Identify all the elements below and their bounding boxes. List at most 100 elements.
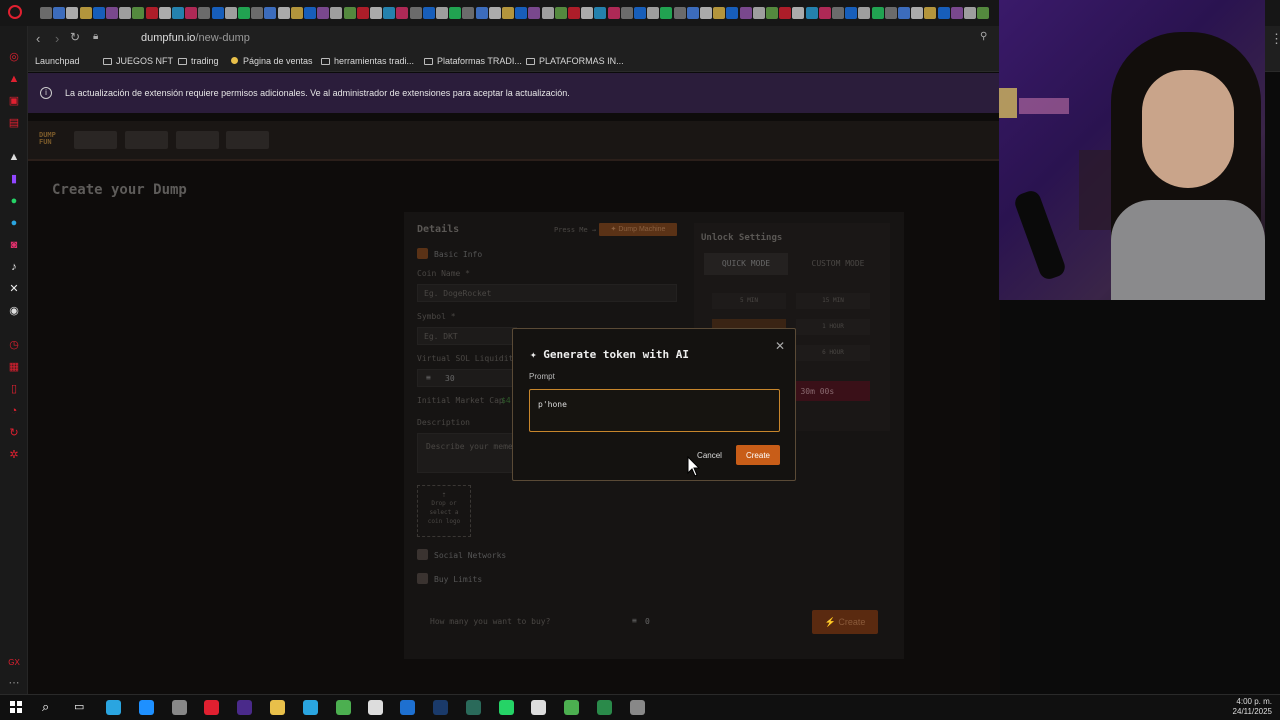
task-view-icon[interactable]: ▭ xyxy=(74,700,84,713)
spreadsheet-icon[interactable] xyxy=(597,700,612,715)
nav-item-2[interactable] xyxy=(125,131,168,149)
page-create-button[interactable]: ⚡ Create xyxy=(812,610,878,634)
instagram-icon[interactable]: ◙ xyxy=(7,238,21,252)
pinned-tab-icon[interactable] xyxy=(515,7,528,19)
premiere-icon[interactable] xyxy=(237,700,252,715)
nav-item-4[interactable] xyxy=(226,131,269,149)
pinned-tab-icon[interactable] xyxy=(343,7,356,19)
file-explorer-icon[interactable] xyxy=(270,700,285,715)
system-clock[interactable]: 4:00 p. m. 24/11/2025 xyxy=(1233,697,1272,717)
pinned-tab-icon[interactable] xyxy=(937,7,950,19)
forward-arrow-icon[interactable]: › xyxy=(55,31,59,46)
pinned-tab-icon[interactable] xyxy=(304,7,316,19)
pinned-tab-icon[interactable] xyxy=(317,7,330,19)
capcut-icon[interactable] xyxy=(368,700,383,715)
buy-limits-toggle[interactable]: Buy Limits xyxy=(417,573,482,584)
whatsapp-icon[interactable]: ● xyxy=(7,194,21,208)
close-icon[interactable]: ✕ xyxy=(775,339,785,353)
pinned-tab-icon[interactable] xyxy=(92,7,105,19)
bookmark-item[interactable]: Página de ventas xyxy=(231,56,313,66)
dump-machine-button[interactable]: ✦ Dump Machine xyxy=(599,223,677,236)
pinned-tab-icon[interactable] xyxy=(766,7,778,19)
coin-name-input[interactable]: Eg. DogeRocket xyxy=(417,284,677,302)
pinned-tab-icon[interactable] xyxy=(158,7,171,19)
pinned-tab-icon[interactable] xyxy=(911,7,924,19)
twitch-icon[interactable]: ▮ xyxy=(7,172,21,186)
pinned-tab-icon[interactable] xyxy=(660,7,673,19)
pinned-tab-icon[interactable] xyxy=(132,7,145,19)
pinned-tab-icon[interactable] xyxy=(792,7,805,19)
pinned-tab-icon[interactable] xyxy=(950,7,963,19)
chrome-icon-2[interactable] xyxy=(564,700,579,715)
pinned-tab-icon[interactable] xyxy=(805,7,818,19)
mail-icon[interactable] xyxy=(400,700,415,715)
pinned-tab-icon[interactable] xyxy=(422,7,435,19)
pinned-tab-icon[interactable] xyxy=(964,7,976,19)
pinned-tab-icon[interactable] xyxy=(924,7,937,19)
pinned-tab-icon[interactable] xyxy=(739,7,752,19)
pinned-tab-icon[interactable] xyxy=(79,7,92,19)
pinned-tab-icon[interactable] xyxy=(172,7,184,19)
pinned-tab-icon[interactable] xyxy=(752,7,765,19)
prompt-textarea[interactable]: p'hone xyxy=(529,389,780,432)
edge-icon[interactable] xyxy=(139,700,154,715)
more-icon[interactable]: ⋯ xyxy=(7,676,21,690)
pinned-tab-icon[interactable] xyxy=(53,7,66,19)
bookmark-item[interactable]: Launchpad xyxy=(35,56,80,66)
pinned-tab-icon[interactable] xyxy=(238,7,250,19)
pinned-tab-icon[interactable] xyxy=(449,7,462,19)
pinned-tab-icon[interactable] xyxy=(977,7,990,19)
url-field[interactable]: dumpfun.io/new-dump xyxy=(141,32,250,44)
pinned-tab-icon[interactable] xyxy=(620,7,633,19)
option-5min[interactable]: 5 MIN xyxy=(712,293,786,309)
pinned-tab-icon[interactable] xyxy=(726,7,739,19)
bookmarks-icon[interactable]: ▯ xyxy=(7,382,21,396)
whatsapp-icon[interactable] xyxy=(499,700,514,715)
nav-item-1[interactable] xyxy=(74,131,117,149)
refresh-icon[interactable]: ↻ xyxy=(7,426,21,440)
photoshop-icon[interactable] xyxy=(433,700,448,715)
pinned-tab-icon[interactable] xyxy=(700,7,712,19)
obs-icon[interactable] xyxy=(172,700,187,715)
aria-icon[interactable]: ▲ xyxy=(7,150,21,164)
pinned-tab-icon[interactable] xyxy=(673,7,686,19)
clock-icon[interactable]: ◔ xyxy=(7,404,21,418)
nav-item-3[interactable] xyxy=(176,131,219,149)
description-input[interactable]: Describe your meme... xyxy=(417,433,527,473)
bookmark-item[interactable]: trading xyxy=(178,56,219,66)
bookmark-item[interactable]: herramientas tradi... xyxy=(321,56,414,66)
bookmark-item[interactable]: PLATAFORMAS IN... xyxy=(526,56,624,66)
pinned-tab-icon[interactable] xyxy=(554,7,567,19)
pinned-tab-icon[interactable] xyxy=(845,7,858,19)
pin-icon[interactable]: ⚲ xyxy=(980,31,987,42)
buy-amount-input[interactable]: 0 xyxy=(645,617,650,626)
pinned-tab-icon[interactable] xyxy=(647,7,660,19)
menu-icon[interactable]: ⋮ xyxy=(1270,31,1280,47)
pinned-tab-icon[interactable] xyxy=(211,7,224,19)
opera-ai-icon-2[interactable]: ▲ xyxy=(7,72,21,86)
social-networks-toggle[interactable]: Social Networks xyxy=(417,549,506,560)
pinned-tab-icon[interactable] xyxy=(251,7,264,19)
pinned-tab-icon[interactable] xyxy=(884,7,897,19)
pinned-tab-icon[interactable] xyxy=(145,7,158,19)
pinned-tab-icon[interactable] xyxy=(607,7,620,19)
quick-mode-tab[interactable]: QUICK MODE xyxy=(704,253,788,275)
gx-icon[interactable]: GX xyxy=(7,656,21,670)
logo-dropzone[interactable]: ⇡ Drop or select a coin logo xyxy=(417,485,471,537)
pinned-tab-icon[interactable] xyxy=(290,7,303,19)
opera-logo-icon[interactable] xyxy=(8,5,22,19)
pinned-tab-icon[interactable] xyxy=(462,7,475,19)
reload-icon[interactable]: ↻ xyxy=(70,30,80,44)
pinned-tab-icon[interactable] xyxy=(898,7,910,19)
chrome-icon[interactable] xyxy=(336,700,351,715)
pinned-tab-icon[interactable] xyxy=(871,7,884,19)
pinned-tab-icon[interactable] xyxy=(594,7,607,19)
pinned-tab-icon[interactable] xyxy=(581,7,594,19)
history-icon[interactable]: ◷ xyxy=(7,338,21,352)
pinned-tab-icon[interactable] xyxy=(686,7,699,19)
pinned-tab-icon[interactable] xyxy=(541,7,554,19)
option-6hour[interactable]: 6 HOUR xyxy=(796,345,870,361)
pinned-tab-icon[interactable] xyxy=(528,7,541,19)
basic-info-toggle[interactable]: Basic Info xyxy=(417,248,482,259)
pinned-tab-icon[interactable] xyxy=(198,7,211,19)
